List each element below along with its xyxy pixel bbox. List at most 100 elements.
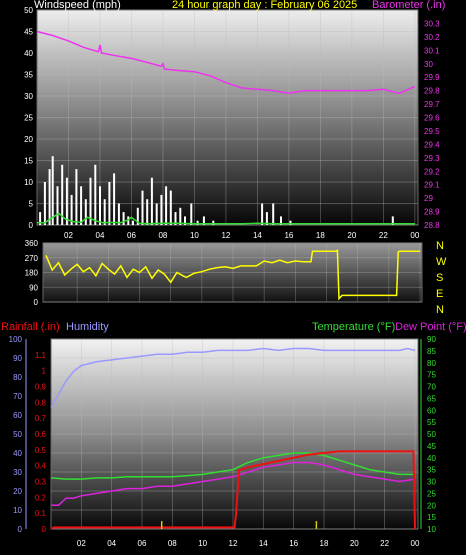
barometer-tick-label: 29.6: [424, 114, 440, 123]
windspeed-tick-label: 35: [24, 71, 33, 80]
weather-chart: 02 04 06 08 10 12 14 16 18 20 22 000510152025303540…: [1, 0, 466, 548]
dewpoint-axis-label: Dew Point (°F): [395, 321, 466, 333]
wind-x-tick-label: 16: [284, 231, 293, 240]
temperature-tick-label: 25: [427, 489, 436, 498]
compass-label: N: [436, 240, 444, 252]
windspeed-bar: [51, 156, 54, 225]
rainfall-tick-label: 0.3: [35, 478, 47, 487]
direction-tick-label: 180: [25, 269, 39, 278]
temperature-tick-label: 10: [427, 525, 436, 534]
barometer-tick-label: 29.8: [424, 87, 440, 96]
windspeed-bar: [56, 186, 59, 225]
barometer-tick-label: 30.1: [424, 46, 440, 55]
temp-x-tick-label: 10: [198, 539, 207, 548]
compass-label: W: [436, 256, 447, 268]
temperature-tick-label: 20: [427, 501, 436, 510]
windspeed-tick-label: 45: [24, 28, 33, 37]
humidity-tick-label: 90: [13, 354, 22, 363]
windspeed-bar: [169, 190, 172, 225]
rainfall-tick-label: 1: [42, 367, 47, 376]
temp-x-tick-label: 14: [259, 539, 268, 548]
rainfall-axis-label: Rainfall (.in): [1, 321, 60, 333]
barometer-tick-label: 30.3: [424, 19, 440, 28]
temperature-tick-label: 45: [427, 442, 436, 451]
windspeed-tick-label: 25: [24, 114, 33, 123]
windspeed-bar: [117, 203, 120, 225]
windspeed-bar: [94, 164, 97, 225]
windspeed-bar: [146, 199, 149, 225]
humidity-tick-label: 10: [13, 506, 22, 515]
barometer-tick-label: 29.5: [424, 127, 440, 136]
direction-tick-label: 270: [25, 254, 39, 263]
windspeed-bar: [99, 186, 101, 225]
windspeed-bar: [75, 169, 78, 225]
wind-x-tick-label: 18: [316, 231, 325, 240]
barometer-tick-label: 30.2: [424, 33, 440, 42]
wind-x-tick-label: 12: [221, 231, 230, 240]
humidity-tick-label: 20: [13, 487, 22, 496]
direction-tick-label: 90: [29, 283, 38, 292]
temp-x-tick-label: 04: [107, 539, 116, 548]
humidity-tick-label: 50: [13, 430, 22, 439]
windspeed-bar: [132, 220, 134, 225]
temp-x-tick-label: 12: [229, 539, 238, 548]
rainfall-tick-label: 0.6: [35, 430, 47, 439]
compass-label: N: [436, 304, 444, 316]
rainfall-tick-label: 0.4: [35, 462, 47, 471]
temp-x-tick-label: 08: [168, 539, 177, 548]
windspeed-bar: [108, 182, 111, 225]
temp-x-tick-label: 06: [138, 539, 147, 548]
temperature-tick-label: 75: [427, 371, 436, 380]
direction-tick-label: 360: [25, 239, 39, 248]
windspeed-bar: [190, 203, 193, 225]
windspeed-bar: [272, 203, 275, 225]
humidity-axis-label: Humidity: [66, 321, 109, 333]
windspeed-tick-label: 5: [29, 200, 34, 209]
windspeed-bar: [80, 186, 83, 225]
temperature-tick-label: 65: [427, 394, 436, 403]
rainfall-tick-label: 0.7: [35, 414, 47, 423]
barometer-tick-label: 29.1: [424, 181, 440, 190]
temperature-tick-label: 80: [427, 359, 436, 368]
wind-x-tick-label: 00: [410, 231, 419, 240]
windspeed-bar: [150, 177, 153, 225]
temperature-axis-label: Temperature (°F): [312, 321, 395, 333]
windspeed-bar: [155, 203, 158, 225]
windspeed-bar: [141, 190, 144, 225]
windspeed-bar: [160, 194, 163, 225]
temperature-tick-label: 30: [427, 478, 436, 487]
temp-x-tick-label: 02: [77, 539, 86, 548]
wind-x-tick-label: 14: [253, 231, 262, 240]
temperature-tick-label: 70: [427, 383, 436, 392]
wind-x-tick-label: 22: [379, 231, 388, 240]
windspeed-tick-label: 15: [24, 157, 33, 166]
temp-x-tick-label: 16: [289, 539, 298, 548]
windspeed-tick-label: 30: [24, 92, 33, 101]
wind-x-tick-label: 02: [64, 231, 73, 240]
rainfall-tick-label: 0.2: [35, 493, 47, 502]
temp-x-tick-label: 18: [320, 539, 329, 548]
direction-tick-label: 0: [34, 298, 39, 307]
wind-x-tick-label: 06: [127, 231, 136, 240]
windspeed-bar: [43, 182, 46, 225]
temp-x-tick-label: 22: [380, 539, 389, 548]
windspeed-bar: [65, 177, 68, 225]
rainfall-tick-label: 1.1: [35, 351, 47, 360]
temperature-tick-label: 15: [427, 513, 436, 522]
barometer-tick-label: 28.9: [424, 208, 440, 217]
temperature-tick-label: 40: [427, 454, 436, 463]
wind-x-tick-label: 10: [190, 231, 199, 240]
temperature-tick-label: 85: [427, 347, 436, 356]
temperature-tick-label: 35: [427, 466, 436, 475]
windspeed-bar: [103, 199, 106, 225]
barometer-tick-label: 30: [424, 60, 433, 69]
temp-x-tick-label: 20: [350, 539, 359, 548]
wind-x-tick-label: 20: [347, 231, 356, 240]
barometer-tick-label: 29.4: [424, 140, 440, 149]
windspeed-bar: [165, 186, 168, 225]
wind-x-tick-label: 08: [158, 231, 167, 240]
humidity-tick-label: 70: [13, 392, 22, 401]
rainfall-tick-label: 0.1: [35, 509, 47, 518]
barometer-tick-label: 29.9: [424, 73, 440, 82]
humidity-tick-label: 100: [9, 335, 23, 344]
